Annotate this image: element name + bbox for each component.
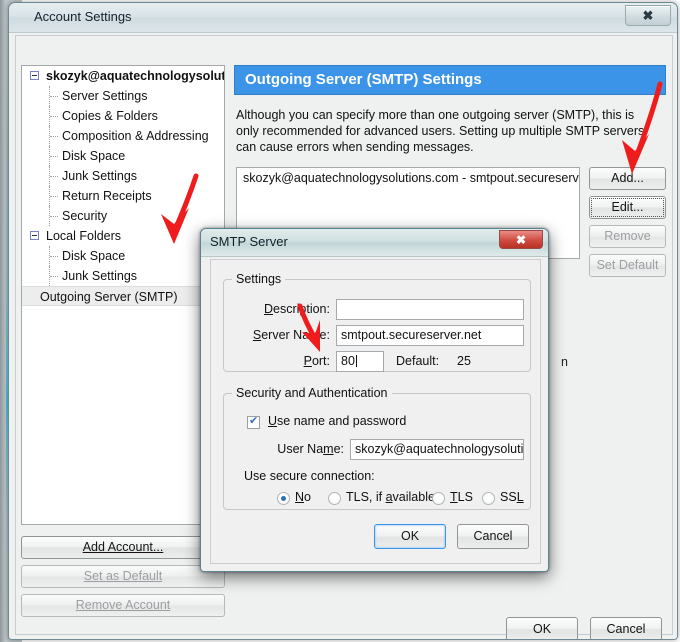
- remove-smtp-button[interactable]: Remove: [589, 225, 666, 248]
- tree-item-local-junk-settings[interactable]: Junk Settings: [22, 266, 224, 286]
- dialog-cancel-button-label: Cancel: [473, 529, 513, 543]
- port-input-value: 80: [341, 354, 355, 368]
- secure-option-ssl-radio[interactable]: [482, 492, 495, 505]
- remove-account-button-label: Remove Account: [75, 598, 171, 612]
- secure-option-no-radio[interactable]: [277, 492, 290, 505]
- set-as-default-button[interactable]: Set as Default: [21, 565, 225, 588]
- tree-line-icon: [49, 166, 58, 186]
- user-name-input[interactable]: skozyk@aquatechnologysolutions.: [350, 439, 524, 460]
- server-name-label: Server Name:: [252, 328, 330, 342]
- security-group: Security and Authentication Use name and…: [223, 386, 531, 510]
- collapse-icon[interactable]: [30, 231, 39, 240]
- set-default-smtp-button-label: Set Default: [596, 258, 659, 272]
- user-name-label: User Name:: [277, 442, 344, 456]
- tree-item-label: Security: [62, 209, 108, 223]
- tree-line-icon: [49, 106, 58, 126]
- add-smtp-button[interactable]: Add...: [589, 167, 666, 190]
- tree-item-label: Return Receipts: [62, 189, 152, 203]
- tree-line-icon: [49, 246, 58, 266]
- security-group-legend: Security and Authentication: [236, 386, 388, 400]
- main-cancel-button[interactable]: Cancel: [590, 617, 662, 639]
- tree-line-icon: [49, 266, 58, 286]
- tree-item-local-folders[interactable]: Local Folders: [22, 226, 224, 246]
- secure-option-ssl-label: SSL: [500, 490, 524, 504]
- remove-account-button[interactable]: Remove Account: [21, 594, 225, 617]
- tree-item-composition-addressing[interactable]: Composition & Addressing: [22, 126, 224, 146]
- obscured-text-fragment: n: [561, 355, 568, 369]
- tree-line-icon: [49, 86, 58, 106]
- dialog-ok-button-label: OK: [400, 529, 420, 543]
- dialog-titlebar: SMTP Server ✖: [201, 229, 548, 257]
- tree-item-label: skozyk@aquatechnologysoluti...: [46, 69, 225, 83]
- tree-line-icon: [49, 146, 58, 166]
- use-name-password-checkbox[interactable]: [247, 414, 260, 429]
- description-label-rest: escription:: [273, 302, 330, 316]
- tree-item-server-settings[interactable]: Server Settings: [22, 86, 224, 106]
- description-input[interactable]: [336, 299, 524, 320]
- settings-group: Settings Description: Server Name: smtpo…: [223, 272, 531, 372]
- use-name-password-label: Use name and password: [268, 414, 407, 428]
- dialog-ok-button[interactable]: OK: [374, 524, 446, 549]
- dialog-body: Settings Description: Server Name: smtpo…: [210, 259, 541, 564]
- dialog-cancel-button[interactable]: Cancel: [457, 524, 529, 549]
- desktop-edge-shadow: [0, 0, 6, 642]
- main-ok-button-label: OK: [532, 622, 552, 636]
- add-account-button-label: Add Account...: [82, 540, 164, 554]
- tree-item-copies-folders[interactable]: Copies & Folders: [22, 106, 224, 126]
- window-titlebar: Account Settings ✖: [9, 3, 677, 33]
- server-name-input[interactable]: smtpout.secureserver.net: [336, 325, 524, 346]
- set-default-smtp-button[interactable]: Set Default: [589, 254, 666, 277]
- tree-item-account-root[interactable]: skozyk@aquatechnologysoluti...: [22, 66, 224, 86]
- tree-item-security[interactable]: Security: [22, 206, 224, 226]
- add-smtp-button-label: Add...: [611, 171, 644, 185]
- port-label: Port:: [303, 354, 330, 368]
- settings-group-legend: Settings: [236, 272, 282, 286]
- default-port-value: 25: [457, 354, 471, 368]
- tree-item-return-receipts[interactable]: Return Receipts: [22, 186, 224, 206]
- edit-smtp-button[interactable]: Edit...: [589, 196, 666, 219]
- collapse-icon[interactable]: [30, 71, 39, 80]
- tree-item-label: Local Folders: [46, 229, 122, 243]
- smtp-server-dialog: SMTP Server ✖ Settings Description: Serv…: [200, 228, 549, 572]
- panel-title: Outgoing Server (SMTP) Settings: [234, 65, 666, 95]
- tree-item-label: Copies & Folders: [62, 109, 158, 123]
- secure-option-tls-if-available-radio[interactable]: [328, 492, 341, 505]
- secure-option-tls-radio[interactable]: [432, 492, 445, 505]
- secure-option-no-label: No: [295, 490, 311, 504]
- dialog-title: SMTP Server: [210, 234, 288, 249]
- default-port-label: Default:: [396, 354, 440, 368]
- dialog-close-icon[interactable]: ✖: [499, 230, 543, 249]
- tree-item-outgoing-server-smtp[interactable]: Outgoing Server (SMTP): [22, 286, 224, 306]
- tree-item-label: Disk Space: [62, 249, 126, 263]
- secure-connection-label: Use secure connection:: [244, 469, 375, 483]
- tree-item-label: Outgoing Server (SMTP): [40, 290, 178, 304]
- tree-item-label: Server Settings: [62, 89, 148, 103]
- tree-line-icon: [49, 206, 58, 226]
- panel-description: Although you can specify more than one o…: [236, 108, 645, 154]
- tree-item-label: Junk Settings: [62, 169, 138, 183]
- text-caret: [355, 355, 357, 367]
- window-title: Account Settings: [34, 9, 132, 24]
- tree-item-label: Junk Settings: [62, 269, 138, 283]
- main-cancel-button-label: Cancel: [606, 622, 646, 636]
- tree-item-disk-space[interactable]: Disk Space: [22, 146, 224, 166]
- tree-item-local-disk-space[interactable]: Disk Space: [22, 246, 224, 266]
- remove-smtp-button-label: Remove: [604, 229, 651, 243]
- tree-item-label: Disk Space: [62, 149, 126, 163]
- description-label: Description:: [263, 302, 330, 316]
- port-input[interactable]: 80: [336, 351, 384, 372]
- list-item[interactable]: skozyk@aquatechnologysolutions.com - smt…: [237, 168, 579, 185]
- add-account-button[interactable]: Add Account...: [21, 536, 225, 559]
- tree-line-icon: [49, 186, 58, 206]
- main-ok-button[interactable]: OK: [506, 617, 578, 639]
- tree-line-icon: [49, 126, 58, 146]
- close-icon[interactable]: ✖: [625, 5, 671, 26]
- account-tree[interactable]: skozyk@aquatechnologysoluti... Server Se…: [21, 65, 225, 525]
- set-as-default-button-label: Set as Default: [83, 569, 163, 583]
- tree-item-label: Composition & Addressing: [62, 129, 209, 143]
- edit-smtp-button-label: Edit...: [611, 200, 644, 214]
- tree-item-junk-settings[interactable]: Junk Settings: [22, 166, 224, 186]
